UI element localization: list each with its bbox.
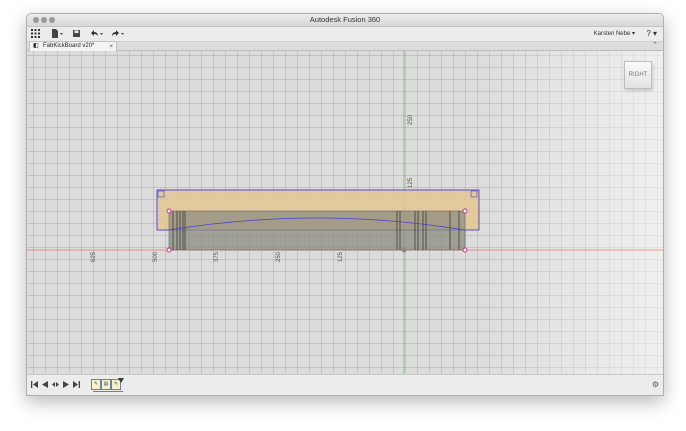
- skip-to-end-icon[interactable]: [73, 379, 80, 393]
- origin-point[interactable]: [401, 247, 407, 253]
- design-canvas[interactable]: 625 500 375 250 125 250 125 RIGHT: [27, 51, 663, 374]
- toolbar: Karsten Nebe ▾ ? ▾: [27, 27, 663, 42]
- skip-to-start-icon[interactable]: [31, 379, 38, 393]
- fusion-window: Autodesk Fusion 360 Karsten Nebe ▾ ? ▾ ◧…: [26, 13, 664, 396]
- document-tab-label: FabKickBoard v20*: [43, 43, 95, 49]
- timeline-settings-gear-icon[interactable]: ⚙: [652, 379, 659, 391]
- document-tab-bar: ◧ FabKickBoard v20* × ⌃: [27, 41, 663, 51]
- tick-250: 250: [276, 251, 282, 262]
- tick-v-125: 125: [408, 177, 414, 188]
- vertical-tick-labels: 250 125: [408, 114, 414, 188]
- step-forward-icon[interactable]: [63, 379, 69, 393]
- design-document-icon: ◧: [33, 43, 39, 49]
- tick-625: 625: [91, 251, 97, 262]
- horizontal-tick-labels: 625 500 375 250 125: [91, 251, 344, 262]
- timeline-bar: ✎ ▤ ✎ ⚙: [27, 374, 663, 395]
- save-icon[interactable]: [73, 27, 81, 41]
- timeline-sketch-feature-icon[interactable]: ✎: [91, 379, 101, 390]
- document-tab[interactable]: ◧ FabKickBoard v20* ×: [29, 41, 117, 51]
- close-tab-icon[interactable]: ×: [109, 42, 113, 51]
- redo-icon[interactable]: [111, 27, 125, 41]
- data-panel-grid-icon[interactable]: [31, 27, 40, 41]
- undo-icon[interactable]: [90, 27, 104, 41]
- file-menu-icon[interactable]: [51, 27, 63, 41]
- canvas-graphics: 625 500 375 250 125 250 125: [27, 51, 663, 374]
- play-icon[interactable]: [52, 379, 59, 393]
- window-title: Autodesk Fusion 360: [309, 15, 381, 24]
- side-profile-body[interactable]: [168, 210, 466, 251]
- help-menu[interactable]: ? ▾: [646, 27, 657, 41]
- user-account-menu[interactable]: Karsten Nebe ▾: [594, 27, 635, 41]
- timeline-track: [93, 391, 123, 392]
- tick-125: 125: [338, 251, 344, 262]
- tick-375: 375: [214, 251, 220, 262]
- tick-v-250: 250: [408, 114, 414, 125]
- tick-500: 500: [153, 251, 159, 262]
- timeline-playhead-marker[interactable]: [118, 378, 124, 383]
- step-back-icon[interactable]: [42, 379, 48, 393]
- title-bar: Autodesk Fusion 360: [27, 14, 663, 27]
- viewcube[interactable]: RIGHT: [624, 61, 652, 89]
- collapse-tabs-icon[interactable]: ⌃: [652, 41, 658, 49]
- timeline-extrude-feature-icon[interactable]: ▤: [101, 379, 111, 390]
